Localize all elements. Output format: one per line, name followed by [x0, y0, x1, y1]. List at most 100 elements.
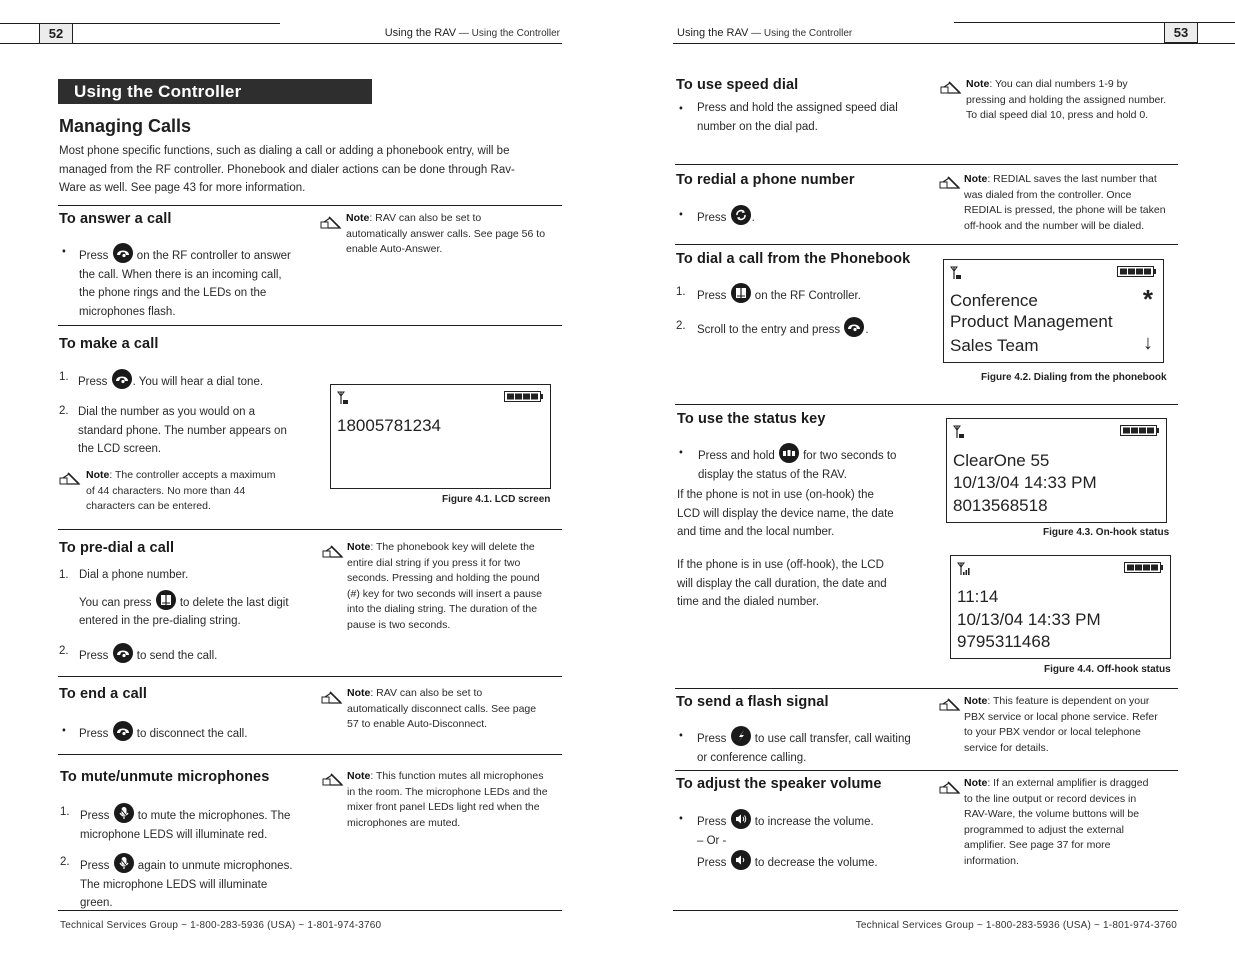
text: : REDIAL saves the last number that [987, 173, 1157, 185]
text: the LCD screen. [78, 443, 162, 455]
speed-dial-instructions: Press and hold the assigned speed dial n… [697, 99, 937, 136]
note-label: Note [964, 173, 988, 185]
lcd-screen-dialing: 18005781234 [330, 384, 551, 489]
text: Press and hold [698, 450, 775, 462]
text: Press [697, 816, 727, 828]
divider [675, 244, 1178, 245]
text: Press [78, 376, 108, 388]
note-label: Note [347, 770, 371, 782]
lcd-screen-on-hook: ClearOne 55 10/13/04 14:33 PM 8013568518 [946, 418, 1167, 523]
step-number: 2. [60, 856, 70, 868]
intro-line: Ware as well. See page 43 for more infor… [59, 182, 306, 194]
text: Press [80, 810, 110, 822]
answer-call-note: Note: RAV can also be set to automatical… [346, 211, 559, 258]
bullet: • [678, 812, 684, 825]
divider [58, 325, 562, 326]
answer-call-instructions: Press on the RF controller to answer the… [79, 243, 309, 321]
lcd-line: 18005781234 [337, 416, 442, 435]
signal-antenna-icon [950, 266, 966, 280]
text: Press [79, 650, 109, 662]
footer-rule [58, 910, 562, 911]
flash-note: Note: This feature is dependent on your … [964, 694, 1177, 756]
note-pencil-icon [939, 781, 961, 795]
text: to mute the microphones. The [134, 810, 291, 822]
favorite-star-icon: * [1142, 284, 1153, 314]
text: to delete the last digit [176, 596, 289, 609]
running-head-section: Using the RAV [384, 27, 457, 39]
battery-icon [1117, 266, 1157, 277]
battery-icon [1120, 425, 1160, 436]
step-number: 1. [59, 371, 69, 383]
lcd-line: Product Management [950, 312, 1113, 331]
on-hook-description: If the phone is not in use (on-hook) the… [677, 486, 927, 542]
bullet: • [678, 446, 684, 459]
phonebook-step-1: Press on the RF Controller. [697, 283, 917, 306]
running-head-subsection: Using the Controller [471, 28, 560, 39]
answer-call-title: To answer a call [59, 211, 172, 227]
text: was dialed from the controller. Once [964, 188, 1132, 201]
note-label: Note [346, 212, 370, 224]
volume-up-icon [730, 809, 751, 829]
make-call-note: Note: The controller accepts a maximum o… [86, 468, 298, 515]
text: to your PBX vendor or local telephone [964, 726, 1141, 739]
phone-handset-icon [112, 721, 133, 741]
bullet: • [61, 724, 67, 737]
text: Press [79, 250, 109, 262]
text: to use call transfer, call waiting [751, 733, 911, 745]
text: pause is two seconds. [347, 618, 451, 631]
status-icon [778, 443, 799, 463]
figure-caption: Figure 4.1. LCD screen [442, 494, 551, 505]
figure-caption: Figure 4.4. Off-hook status [1044, 664, 1171, 675]
phonebook-step-2: Scroll to the entry and press . [697, 317, 937, 340]
note-label: Note [347, 541, 371, 553]
text: PBX service or local phone service. Refe… [964, 710, 1158, 723]
text: enable Auto-Answer. [346, 243, 443, 256]
page-number: 52 [39, 23, 73, 44]
text: or conference calling. [697, 751, 807, 764]
header-rule-bottom [673, 43, 1235, 44]
text: RAV-Ware, the volume buttons will be [964, 808, 1140, 821]
text: the phone rings and the LEDs on the [79, 287, 267, 299]
text: mixer front panel LEDs light red when th… [347, 801, 540, 814]
volume-instructions: Press to increase the volume. – Or - Pre… [697, 809, 937, 873]
text: to increase the volume. [751, 816, 874, 828]
volume-note: Note: If an external amplifier is dragge… [964, 776, 1177, 870]
text: 57 to enable Auto-Disconnect. [347, 718, 488, 731]
note-label: Note [964, 777, 988, 789]
make-call-step-2: Dial the number as you would on a standa… [78, 403, 318, 459]
predial-note: Note: The phonebook key will delete the … [347, 540, 559, 634]
text: microphone LEDS will illuminate red. [80, 828, 268, 841]
text: again to unmute microphones. [134, 860, 293, 872]
text: to send the call. [133, 650, 218, 662]
end-call-instructions: Press to disconnect the call. [79, 721, 319, 744]
text: If the phone is not in use (on-hook) the [677, 489, 874, 501]
left-page: 52 Using the RAV — Using the Controller … [0, 0, 617, 954]
step-number: 1. [676, 286, 686, 298]
footer-contact: Technical Services Group ~ 1-800-283-593… [855, 920, 1177, 931]
note-label: Note [86, 469, 110, 481]
divider [58, 754, 562, 755]
phone-handset-icon [844, 317, 865, 337]
running-head: Using the RAV — Using the Controller [385, 27, 560, 39]
text: will display the call duration, the date… [677, 577, 887, 590]
text: on the RF Controller. [751, 290, 861, 302]
divider [58, 205, 562, 206]
status-key-title: To use the status key [677, 411, 826, 427]
mute-title: To mute/unmute microphones [60, 769, 270, 785]
scroll-down-arrow-icon: ↓ [1143, 332, 1153, 354]
battery-icon [504, 391, 544, 402]
text: : The controller accepts a maximum [109, 469, 276, 481]
lcd-line: Sales Team [950, 336, 1039, 355]
redial-icon [730, 205, 751, 225]
text: automatically disconnect calls. See page [347, 702, 537, 715]
battery-icon [1124, 562, 1164, 573]
predial-step-2: Press to send the call. [79, 643, 319, 666]
text: : If an external amplifier is dragged [987, 777, 1149, 789]
intro-line: Most phone specific functions, such as d… [59, 145, 510, 157]
running-head-dash: — [748, 28, 764, 39]
text: . [751, 212, 755, 224]
note-pencil-icon [320, 216, 342, 230]
signal-strength-icon [957, 562, 973, 576]
divider [58, 676, 562, 677]
flash-instructions: Press to use call transfer, call waiting… [697, 726, 937, 767]
